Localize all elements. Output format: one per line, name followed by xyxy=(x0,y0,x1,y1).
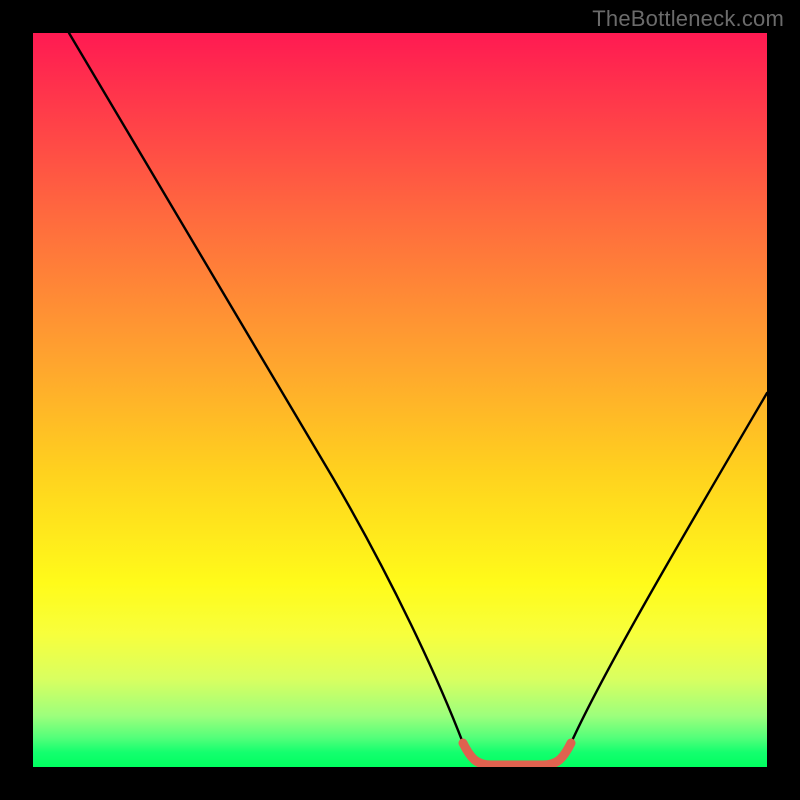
outer-frame: TheBottleneck.com xyxy=(0,0,800,800)
watermark-text: TheBottleneck.com xyxy=(592,6,784,32)
gradient-plot-area xyxy=(33,33,767,767)
